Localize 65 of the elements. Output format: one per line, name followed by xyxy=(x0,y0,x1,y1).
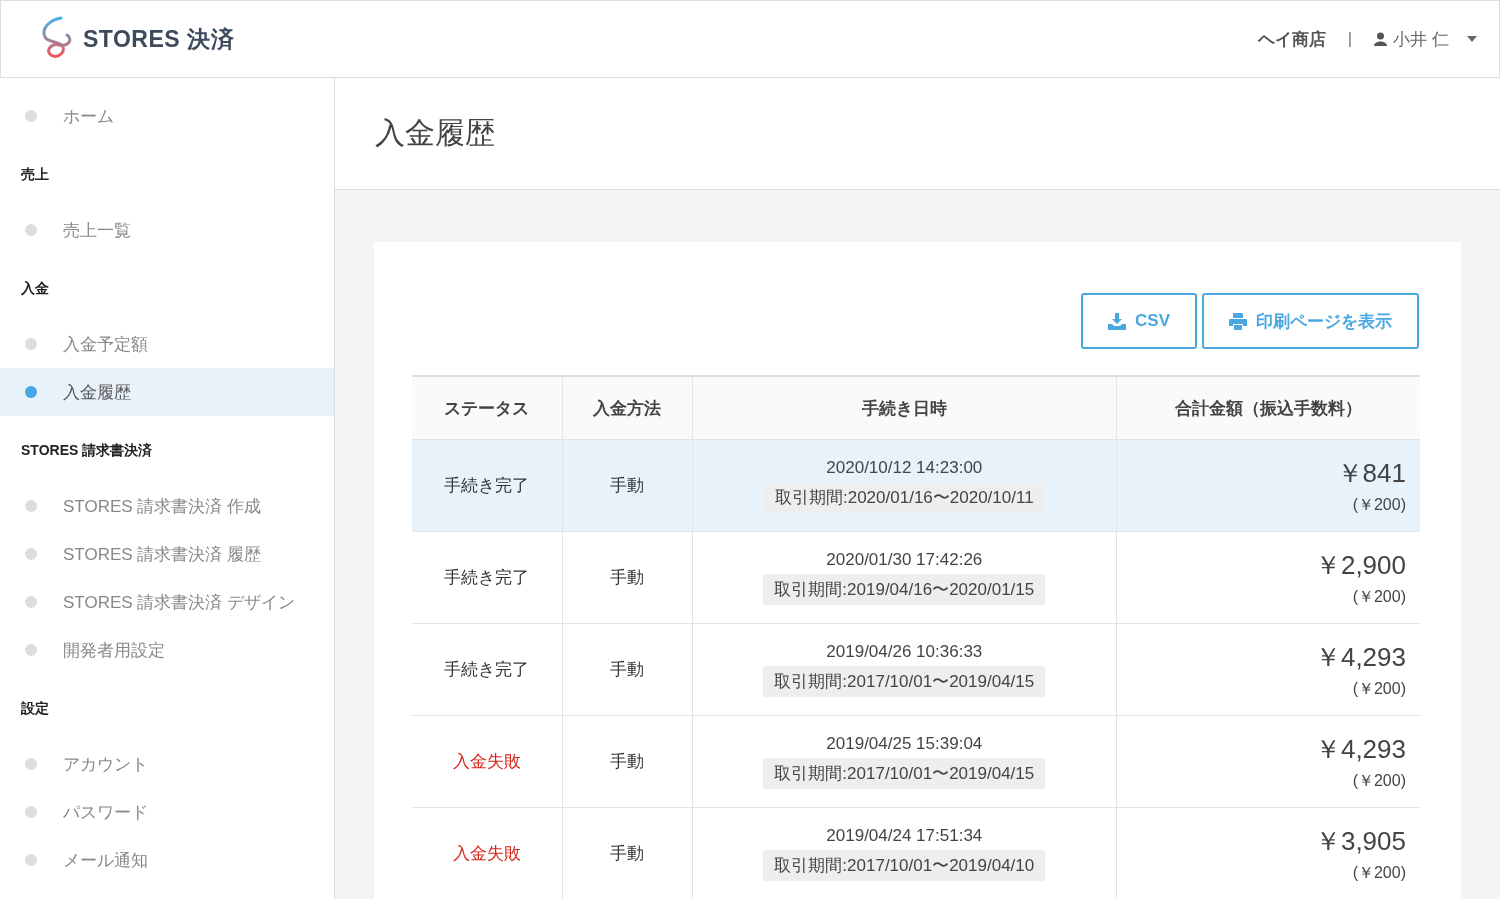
datetime-text: 2020/10/12 14:23:00 xyxy=(825,458,984,478)
page-title: 入金履歴 xyxy=(375,115,495,151)
method-text: 手動 xyxy=(610,476,645,495)
separator: | xyxy=(1347,29,1353,49)
status-text: 入金失敗 xyxy=(452,752,521,771)
print-page-button[interactable]: 印刷ページを表示 xyxy=(1202,293,1419,349)
table-row[interactable]: 入金失敗 手動 2019/04/25 15:39:04 取引期間:2017/10/01〜2019/04/15 ￥4,293 (￥200) xyxy=(412,715,1420,808)
table-row[interactable]: 手続き完了 手動 2019/04/26 10:36:33 取引期間:2017/10/01〜2019/04/15 ￥4,293 (￥200) xyxy=(412,623,1420,716)
status-text: 入金失敗 xyxy=(452,844,521,863)
status-text: 手続き完了 xyxy=(444,476,530,495)
sidebar-heading: 入金 xyxy=(20,279,50,298)
sidebar-item[interactable]: STORES 請求書決済 作成 xyxy=(0,482,334,530)
download-icon xyxy=(1108,312,1127,330)
fee-text: (￥200) xyxy=(1351,586,1406,607)
period-tag: 取引期間:2019/04/16〜2020/01/15 xyxy=(763,574,1046,605)
status-text: 手続き完了 xyxy=(444,660,530,679)
period-tag: 取引期間:2020/01/16〜2020/10/11 xyxy=(764,482,1045,513)
column-header: 手続き日時 xyxy=(692,376,1117,440)
printer-icon xyxy=(1229,312,1247,330)
sidebar-item[interactable]: パスワード xyxy=(0,788,334,836)
method-text: 手動 xyxy=(610,752,645,771)
amount-text: ￥4,293 xyxy=(1313,640,1406,674)
person-icon xyxy=(1374,32,1388,46)
period-tag: 取引期間:2017/10/01〜2019/04/10 xyxy=(763,850,1046,881)
sidebar-item[interactable]: メール通知 xyxy=(0,836,334,884)
column-header: 合計金額（振込手数料） xyxy=(1116,376,1420,440)
method-text: 手動 xyxy=(610,568,645,587)
sidebar-heading: STORES 請求書決済 xyxy=(20,441,154,460)
fee-text: (￥200) xyxy=(1351,678,1406,699)
datetime-text: 2019/04/26 10:36:33 xyxy=(825,642,984,662)
period-tag: 取引期間:2017/10/01〜2019/04/15 xyxy=(763,758,1046,789)
amount-text: ￥4,293 xyxy=(1313,732,1406,766)
fee-text: (￥200) xyxy=(1351,862,1406,883)
method-text: 手動 xyxy=(610,844,645,863)
user-menu-button[interactable]: 小井 仁 xyxy=(1374,27,1477,51)
shop-link[interactable]: ヘイ商店 xyxy=(1257,27,1326,51)
amount-text: ￥3,905 xyxy=(1313,824,1406,858)
datetime-text: 2020/01/30 17:42:26 xyxy=(825,550,984,570)
column-header: ステータス xyxy=(412,376,563,440)
sidebar-item[interactable]: 入金履歴 xyxy=(0,368,334,416)
status-text: 手続き完了 xyxy=(444,568,530,587)
sidebar-item[interactable]: アカウント xyxy=(0,740,334,788)
amount-text: ￥841 xyxy=(1335,456,1406,490)
sidebar-heading: 設定 xyxy=(20,699,50,718)
fee-text: (￥200) xyxy=(1351,770,1406,791)
column-header: 入金方法 xyxy=(562,376,693,440)
amount-text: ￥2,900 xyxy=(1313,548,1406,582)
sidebar-item[interactable]: ホーム xyxy=(0,92,334,140)
sidebar-item[interactable]: STORES 請求書決済 履歴 xyxy=(0,530,334,578)
logo-text: STORES 決済 xyxy=(83,24,235,54)
period-tag: 取引期間:2017/10/01〜2019/04/15 xyxy=(763,666,1046,697)
sidebar-item[interactable]: 開発者用設定 xyxy=(0,626,334,674)
caret-icon xyxy=(1467,36,1477,42)
fee-text: (￥200) xyxy=(1351,494,1406,515)
csv-download-button[interactable]: CSV xyxy=(1081,293,1197,349)
table-row[interactable]: 手続き完了 手動 2020/01/30 17:42:26 取引期間:2019/04/16〜2020/01/15 ￥2,900 (￥200) xyxy=(412,531,1420,624)
sidebar-heading: 売上 xyxy=(20,165,50,184)
table-row[interactable]: 手続き完了 手動 2020/10/12 14:23:00 取引期間:2020/01/16〜2020/10/11 ￥841 (￥200) xyxy=(412,439,1420,532)
sidebar-item[interactable]: STORES 請求書決済 デザイン xyxy=(0,578,334,626)
datetime-text: 2019/04/25 15:39:04 xyxy=(825,734,984,754)
datetime-text: 2019/04/24 17:51:34 xyxy=(825,826,984,846)
table-row[interactable]: 入金失敗 手動 2019/04/24 17:51:34 取引期間:2017/10/01〜2019/04/10 ￥3,905 (￥200) xyxy=(412,807,1420,899)
sidebar-item[interactable]: 売上一覧 xyxy=(0,206,334,254)
sidebar-item[interactable]: 入金予定額 xyxy=(0,320,334,368)
method-text: 手動 xyxy=(610,660,645,679)
